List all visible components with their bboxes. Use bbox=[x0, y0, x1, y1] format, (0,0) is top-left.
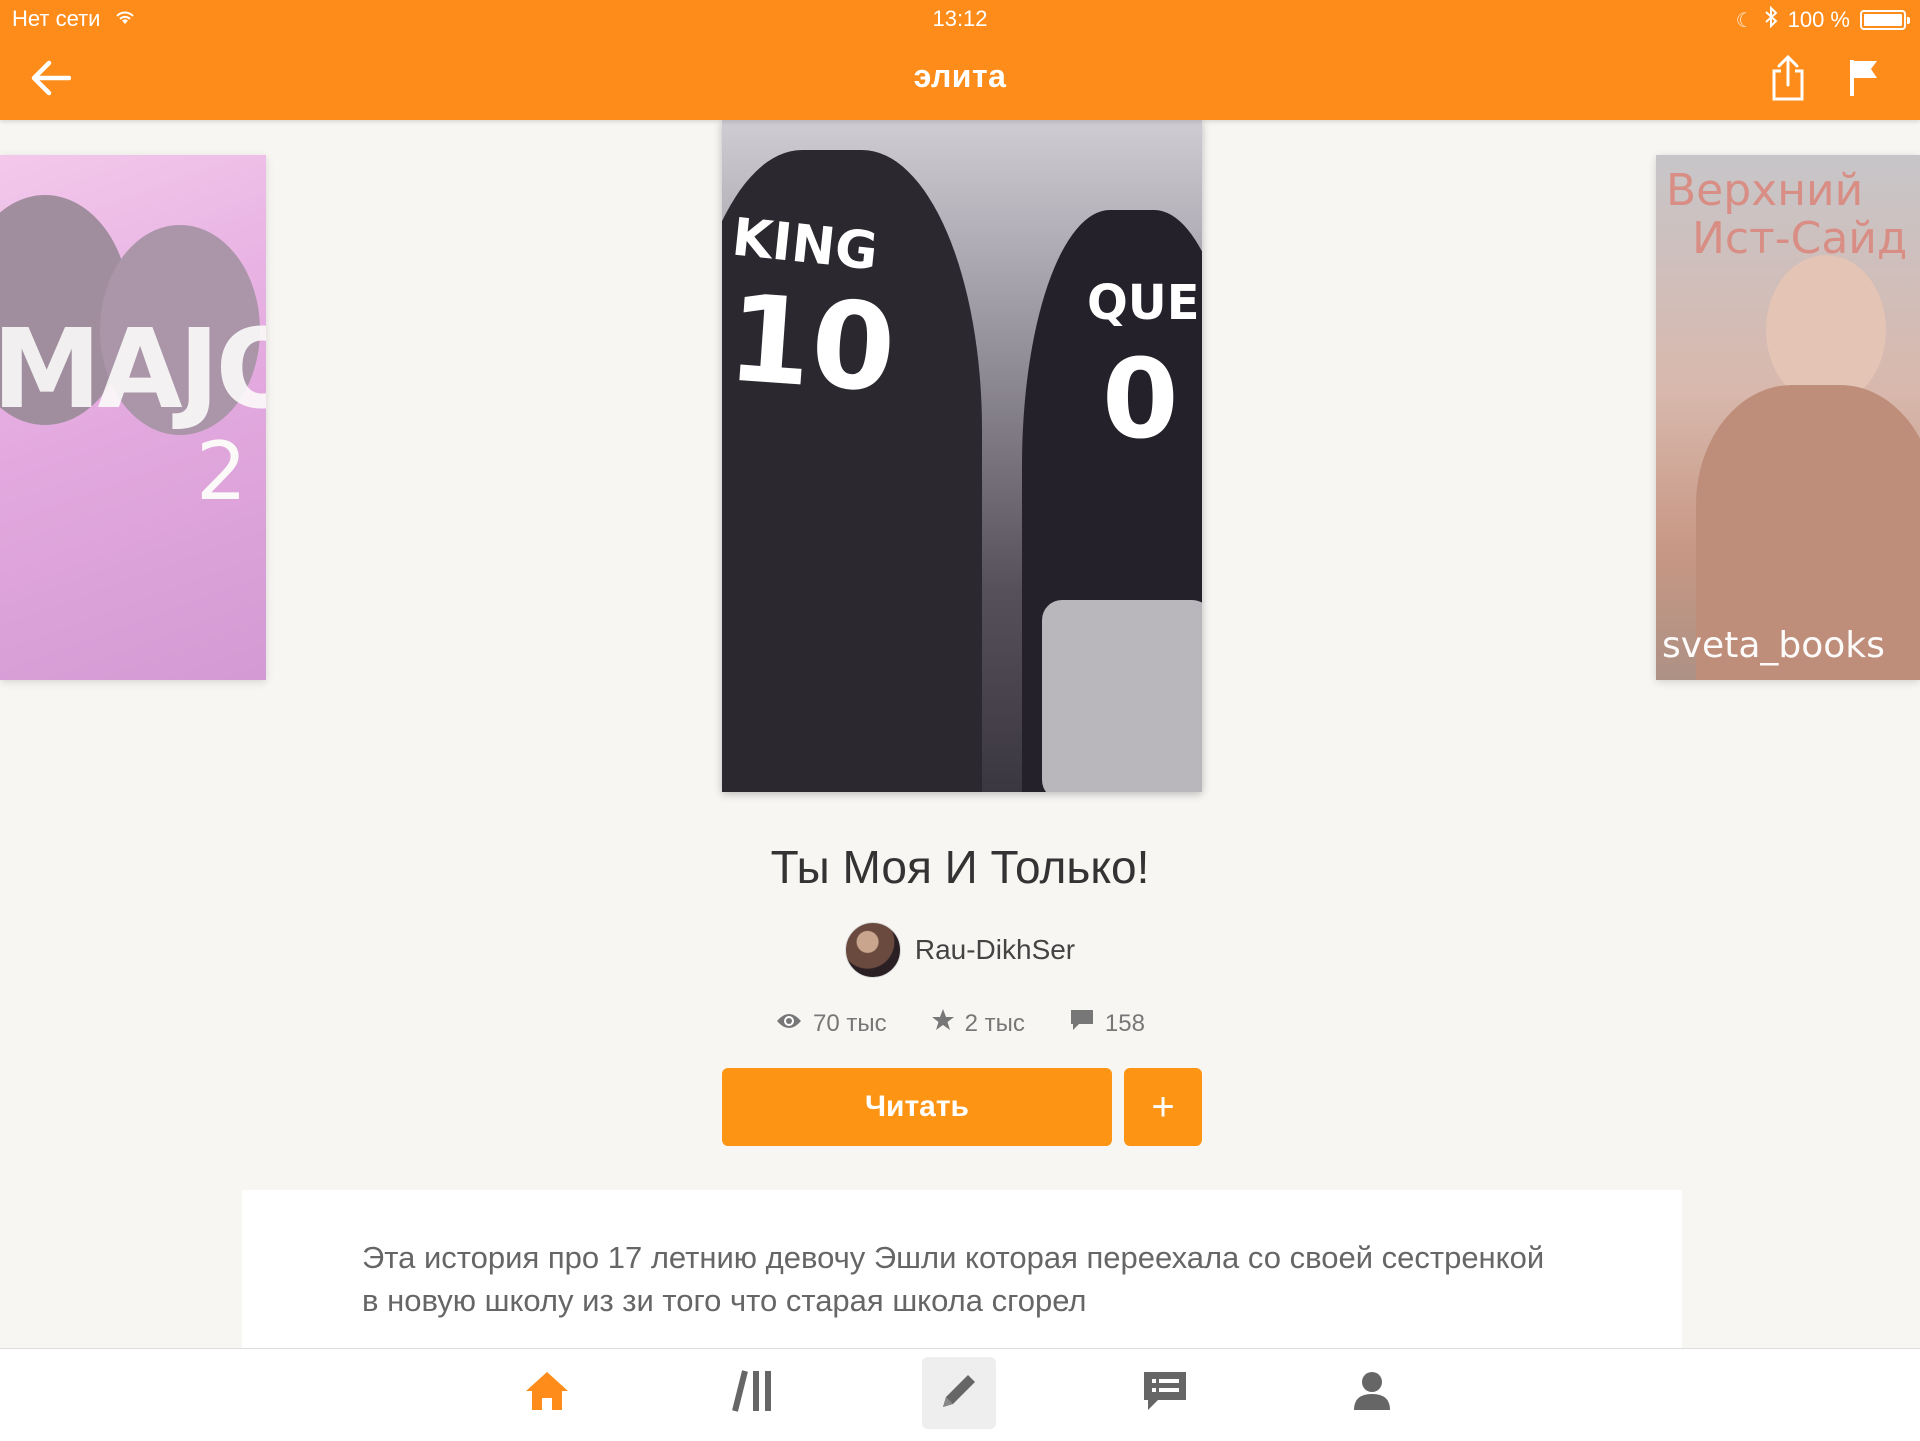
profile-icon bbox=[1352, 1370, 1392, 1417]
cover-figure-legs bbox=[1042, 600, 1202, 792]
cover-current[interactable]: KING 10 QUE 0 bbox=[722, 120, 1202, 792]
comments-count: 158 bbox=[1104, 1009, 1145, 1037]
tab-home[interactable] bbox=[510, 1357, 584, 1429]
comment-icon bbox=[1069, 1008, 1095, 1039]
cover-number: 2 bbox=[196, 425, 247, 518]
author-row: Rau-DikhSer bbox=[0, 922, 1920, 978]
tab-messages[interactable] bbox=[1128, 1357, 1202, 1429]
star-icon bbox=[931, 1008, 955, 1039]
battery-percent: 100 % bbox=[1787, 7, 1850, 32]
cover-shirt-text: QUE bbox=[1087, 275, 1200, 331]
status-bar: Нет сети 13:12 ☾ 100 % bbox=[0, 0, 1920, 40]
cover-credit: sveta_books bbox=[1662, 625, 1885, 666]
book-stats: 70 тыс 2 тыс 158 bbox=[0, 1008, 1920, 1039]
flag-icon bbox=[1849, 58, 1879, 103]
comments-stat: 158 bbox=[1069, 1008, 1145, 1039]
cover-title: Ист-Сайд bbox=[1692, 213, 1908, 264]
cover-title: MAJOR bbox=[0, 305, 266, 433]
book-title: Ты Моя И Только! bbox=[770, 841, 1150, 893]
author-name[interactable]: Rau-DikhSer bbox=[915, 934, 1075, 966]
home-icon bbox=[524, 1370, 570, 1417]
write-icon bbox=[937, 1369, 981, 1418]
battery-icon bbox=[1860, 10, 1910, 30]
carrier-label: Нет сети bbox=[12, 6, 101, 31]
messages-icon bbox=[1142, 1370, 1188, 1417]
description-card: Эта история про 17 летнию девочу Эшли ко… bbox=[242, 1190, 1682, 1350]
tab-library[interactable] bbox=[717, 1357, 791, 1429]
avatar[interactable] bbox=[844, 922, 901, 978]
cover-title: Верхний bbox=[1666, 165, 1864, 216]
add-to-library-button[interactable]: + bbox=[1124, 1068, 1202, 1146]
cover-next[interactable]: Верхний Ист-Сайд sveta_books bbox=[1656, 155, 1920, 680]
read-button[interactable]: Читать bbox=[722, 1068, 1112, 1146]
bluetooth-icon bbox=[1764, 5, 1778, 34]
page-title: элита bbox=[913, 58, 1007, 94]
tab-profile[interactable] bbox=[1335, 1357, 1409, 1429]
views-stat: 70 тыс bbox=[775, 1008, 887, 1039]
top-bar: Нет сети 13:12 ☾ 100 % элита bbox=[0, 0, 1920, 120]
cover-shirt-number: 10 bbox=[723, 269, 900, 420]
book-description: Эта история про 17 летнию девочу Эшли ко… bbox=[362, 1240, 1545, 1318]
library-icon bbox=[731, 1369, 777, 1418]
share-button[interactable] bbox=[1760, 52, 1816, 108]
wifi-icon bbox=[114, 6, 136, 32]
eye-icon bbox=[775, 1010, 803, 1038]
bottom-tab-bar bbox=[0, 1348, 1920, 1441]
views-count: 70 тыс bbox=[813, 1009, 887, 1037]
tab-write[interactable] bbox=[922, 1357, 996, 1429]
status-time: 13:12 bbox=[932, 6, 988, 31]
report-button[interactable] bbox=[1836, 52, 1892, 108]
cover-previous[interactable]: MAJOR 2 bbox=[0, 155, 266, 680]
share-icon bbox=[1770, 54, 1806, 106]
votes-count: 2 тыс bbox=[964, 1009, 1025, 1037]
moon-icon: ☾ bbox=[1735, 9, 1754, 32]
votes-stat: 2 тыс bbox=[931, 1008, 1025, 1039]
cover-face bbox=[1766, 255, 1886, 405]
cover-shirt-number: 0 bbox=[1102, 335, 1179, 463]
